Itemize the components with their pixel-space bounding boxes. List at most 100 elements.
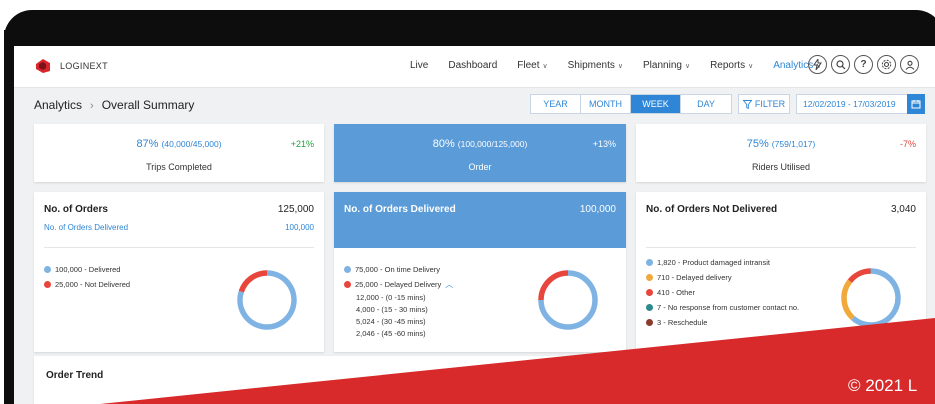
legend-dot	[344, 281, 351, 288]
order-trend-title: Order Trend	[46, 370, 104, 381]
breadcrumb-chevron-icon: ›	[90, 100, 94, 112]
donut-segment	[538, 270, 569, 301]
orders-card[interactable]: No. of Orders 125,000 No. of Orders Deli…	[34, 192, 324, 352]
breadcrumb: Analytics › Overall Summary	[34, 98, 194, 112]
delivered-card[interactable]: No. of Orders Delivered 100,000 75,000 -…	[334, 192, 626, 352]
delivered-donut-chart	[538, 270, 598, 330]
delivered-header	[334, 192, 626, 248]
kpi-order-change: +13%	[592, 139, 616, 149]
tab-day[interactable]: DAY	[681, 95, 731, 113]
legend-item: 75,000 - On time Delivery	[344, 262, 453, 277]
chevron-down-icon: ∨	[542, 63, 548, 70]
filter-button[interactable]: FILTER	[738, 94, 790, 114]
tab-week[interactable]: WEEK	[631, 95, 681, 113]
nav-item-dashboard[interactable]: Dashboard	[448, 60, 497, 71]
nav-item-label: Reports	[710, 60, 746, 71]
filter-label: FILTER	[754, 99, 786, 109]
legend-dot	[44, 266, 51, 273]
period-tabs: YEAR MONTH WEEK DAY	[530, 94, 732, 114]
kpi-order-detail: (100,000/125,000)	[457, 139, 528, 149]
brand-name: LOGINEXT	[60, 61, 108, 71]
legend-dot	[646, 289, 653, 296]
donut-segment	[238, 270, 268, 293]
kpi-riders-detail: (759/1,017)	[771, 139, 816, 149]
search-icon[interactable]	[831, 55, 850, 74]
tab-month[interactable]: MONTH	[581, 95, 631, 113]
kpi-order-value: 80% (100,000/125,000)	[334, 138, 626, 150]
kpi-trips-percent: 87%	[136, 138, 159, 150]
delivered-total: 100,000	[579, 204, 616, 215]
chevron-down-icon: ∨	[684, 63, 691, 70]
device-bezel-left	[4, 30, 14, 404]
delay-item: 2,046 - (45 -60 mins)	[356, 329, 426, 338]
filter-icon	[742, 99, 752, 109]
kpi-trips-change: +21%	[290, 139, 314, 149]
legend-label: 710 - Delayed delivery	[657, 273, 732, 282]
breadcrumb-root[interactable]: Analytics	[34, 98, 82, 112]
legend-label: 3 - Reschedule	[657, 318, 708, 327]
brand-logo[interactable]: LOGINEXT	[34, 58, 108, 74]
kpi-trips-label: Trips Completed	[146, 162, 212, 172]
nav-item-fleet[interactable]: Fleet ∨	[517, 60, 547, 71]
orders-legend: 100,000 - Delivered 25,000 - Not Deliver…	[44, 262, 130, 292]
orders-delivered-link[interactable]: No. of Orders Delivered	[44, 223, 128, 232]
not-delivered-donut-chart	[841, 268, 901, 328]
legend-dot	[646, 259, 653, 266]
legend-label: 25,000 - Not Delivered	[55, 280, 131, 289]
chevron-up-icon[interactable]: ︿	[445, 279, 453, 290]
orders-donut-chart	[237, 270, 297, 330]
kpi-card-order[interactable]: 80% (100,000/125,000) +13% Order	[334, 124, 626, 182]
kpi-order-percent: 80%	[432, 138, 455, 150]
kpi-trips-value: 87% (40,000/45,000)	[34, 138, 324, 150]
legend-label: 410 - Other	[657, 288, 695, 297]
main-nav: Live Dashboard Fleet ∨ Shipments ∨ Planning ∨ Re…	[410, 60, 841, 71]
help-icon[interactable]: ?	[854, 55, 873, 74]
legend-item: 410 - Other	[646, 285, 799, 300]
nav-item-label: Fleet	[517, 60, 540, 71]
kpi-riders-label: Riders Utilised	[751, 162, 811, 172]
legend-item: 100,000 - Delivered	[44, 262, 130, 277]
orders-title: No. of Orders	[44, 204, 108, 215]
legend-dot	[344, 266, 351, 273]
bolt-icon[interactable]	[808, 55, 827, 74]
orders-delivered-value: 100,000	[285, 223, 314, 232]
legend-label: 75,000 - On time Delivery	[355, 265, 441, 274]
kpi-card-riders[interactable]: 75% (759/1,017) -7% Riders Utilised	[636, 124, 926, 182]
user-icon[interactable]	[900, 55, 919, 74]
order-trend-card[interactable]: Order Trend	[34, 356, 914, 404]
tab-year[interactable]: YEAR	[531, 95, 581, 113]
kpi-riders-value: 75% (759/1,017)	[636, 138, 926, 150]
legend-label: 7 - No response from customer contact no…	[657, 303, 800, 312]
nav-item-shipments[interactable]: Shipments ∨	[568, 60, 623, 71]
nav-item-reports[interactable]: Reports ∨	[710, 60, 753, 71]
chevron-down-icon: ∨	[617, 63, 624, 70]
copyright-text: © 2021 L	[848, 376, 918, 395]
legend-dot	[44, 281, 51, 288]
nav-item-live[interactable]: Live	[410, 60, 428, 71]
legend-label: 25,000 - Delayed Delivery	[355, 280, 442, 289]
kpi-trips-detail: (40,000/45,000)	[161, 139, 222, 149]
legend-item-expandable[interactable]: 25,000 - Delayed Delivery ︿	[344, 277, 453, 292]
donut-segment	[851, 268, 901, 328]
legend-label: 100,000 - Delivered	[55, 265, 121, 274]
nav-item-label: Live	[410, 60, 429, 71]
delay-item: 5,024 - (30 -45 mins)	[356, 317, 426, 326]
calendar-button[interactable]	[907, 94, 925, 114]
kpi-card-trips[interactable]: 87% (40,000/45,000) +21% Trips Completed	[34, 124, 324, 182]
settings-icon[interactable]	[877, 55, 896, 74]
kpi-riders-percent: 75%	[746, 138, 769, 150]
not-delivered-total: 3,040	[890, 204, 916, 215]
not-delivered-card[interactable]: No. of Orders Not Delivered 3,040 1,820 …	[636, 192, 926, 352]
donut-segment	[841, 279, 855, 321]
date-range-field[interactable]: 12/02/2019 - 17/03/2019	[796, 94, 924, 114]
calendar-icon	[911, 100, 921, 109]
legend-label: 1,820 - Product damaged intransit	[657, 258, 770, 267]
chevron-down-icon: ∨	[748, 63, 754, 70]
legend-dot	[646, 304, 653, 311]
nav-item-label: Shipments	[567, 60, 615, 71]
not-delivered-title: No. of Orders Not Delivered	[646, 204, 778, 215]
legend-item: 710 - Delayed delivery	[646, 270, 799, 285]
delivered-title: No. of Orders Delivered	[344, 204, 456, 215]
nav-item-planning[interactable]: Planning ∨	[643, 60, 690, 71]
device-frame: LOGINEXT Live Dashboard Fleet ∨ Shipments ∨ Pl…	[0, 0, 935, 404]
